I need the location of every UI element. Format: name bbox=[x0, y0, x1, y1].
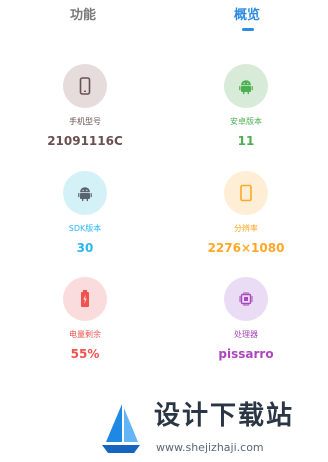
android-version-label: 安卓版本 bbox=[230, 117, 262, 126]
watermark-logo-icon bbox=[102, 404, 140, 453]
android-icon bbox=[224, 64, 268, 108]
resolution-label: 分辨率 bbox=[234, 224, 258, 233]
battery-value: 55% bbox=[70, 347, 100, 361]
chip-icon bbox=[224, 277, 268, 321]
android-version-value: 11 bbox=[237, 134, 255, 148]
android-version-card: 安卓版本 11 bbox=[184, 64, 308, 148]
watermark-url: www.shejizhaji.com bbox=[156, 441, 264, 454]
battery-card: 电量剩余 55% bbox=[23, 277, 147, 361]
resolution-value: 2276×1080 bbox=[207, 241, 285, 255]
sdk-version-card: SDK版本 30 bbox=[23, 171, 147, 255]
watermark: 设计下载站 www.shejizhaji.com bbox=[96, 396, 324, 460]
sdk-version-value: 30 bbox=[76, 241, 94, 255]
processor-label: 处理器 bbox=[234, 330, 258, 339]
sdk-version-label: SDK版本 bbox=[68, 224, 102, 233]
watermark-title: 设计下载站 bbox=[154, 401, 295, 431]
screen-icon bbox=[224, 171, 268, 215]
phone-model-card: 手机型号 21091116C bbox=[23, 64, 147, 148]
active-tab-indicator bbox=[242, 28, 254, 31]
tab-functions[interactable]: 功能 bbox=[70, 8, 96, 24]
phone-model-label: 手机型号 bbox=[69, 117, 101, 126]
sdk-icon bbox=[63, 171, 107, 215]
battery-label: 电量剩余 bbox=[69, 330, 101, 339]
battery-icon bbox=[63, 277, 107, 321]
tab-overview[interactable]: 概览 bbox=[234, 8, 260, 24]
resolution-card: 分辨率 2276×1080 bbox=[184, 171, 308, 255]
processor-card: 处理器 pissarro bbox=[184, 277, 308, 361]
phone-icon bbox=[63, 64, 107, 108]
processor-value: pissarro bbox=[218, 347, 274, 361]
phone-model-value: 21091116C bbox=[47, 134, 123, 148]
